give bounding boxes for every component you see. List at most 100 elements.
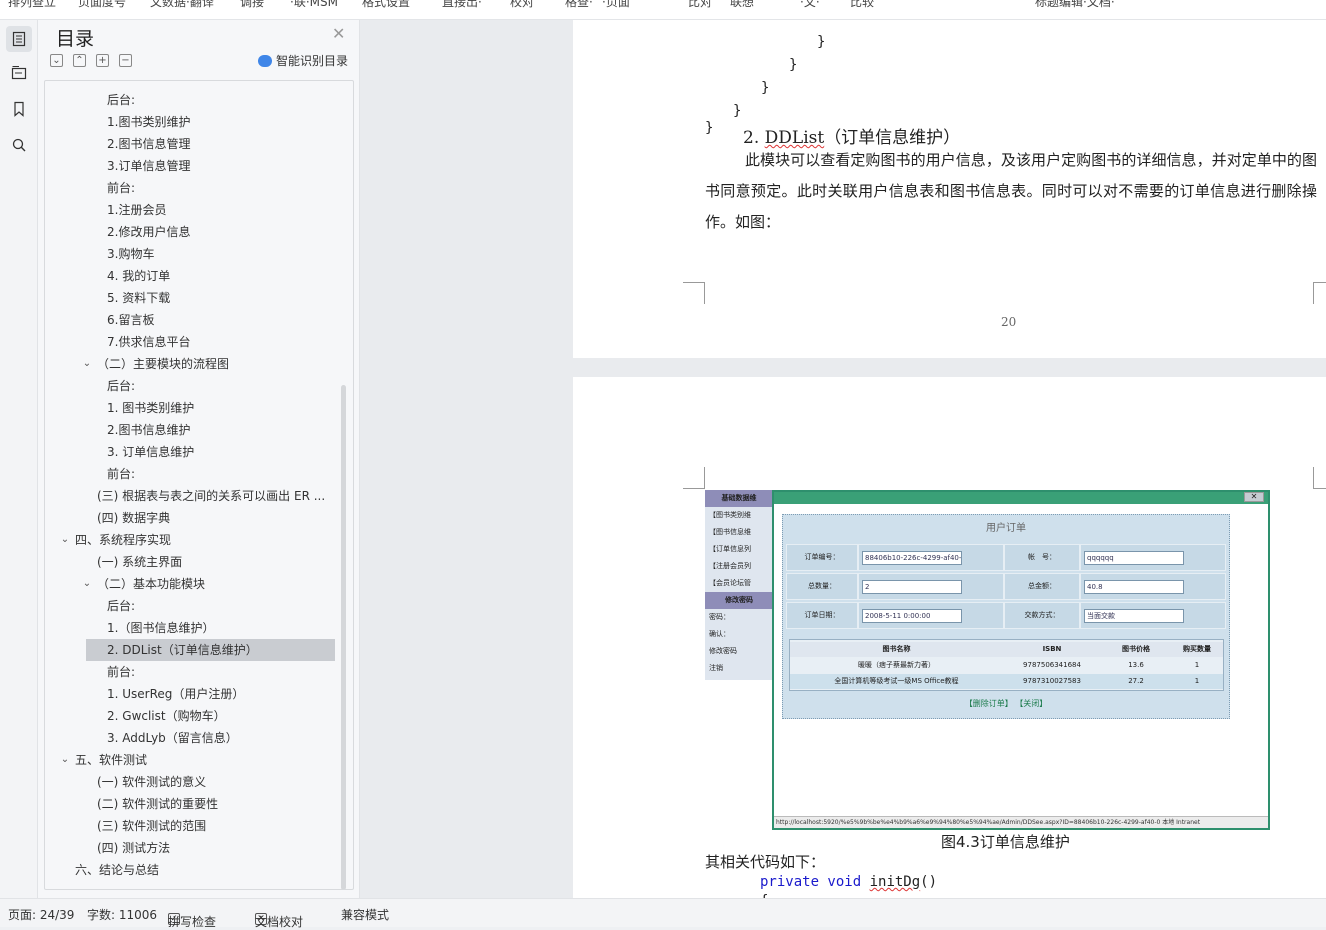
- page-indicator[interactable]: 页面: 24/39: [8, 906, 74, 923]
- toc-item[interactable]: ⌄ （二）基本功能模块: [45, 573, 335, 595]
- ribbon-item[interactable]: 页面度号: [78, 0, 126, 10]
- toc-item[interactable]: 1.注册会员: [45, 199, 335, 221]
- ribbon-item[interactable]: 比较: [850, 0, 874, 10]
- expand-up-icon[interactable]: ⌃: [73, 54, 86, 67]
- bookmark-icon[interactable]: [6, 96, 32, 122]
- toc-item-label: 1.图书类别维护: [107, 115, 191, 129]
- word-count[interactable]: 字数: 11006: [87, 906, 157, 923]
- figure-left-menu: 基础数据维 【图书类别维 【图书信息维 【订单信息列 【注册会员列 【会员论坛管 修改密码密…: [705, 490, 775, 680]
- toc-item[interactable]: 5. 资料下载: [45, 287, 335, 309]
- toc-item[interactable]: 前台:: [45, 661, 335, 683]
- ai-icon: [258, 54, 272, 67]
- chevron-down-icon[interactable]: ⌄: [59, 749, 71, 771]
- field-cell: 当面交款: [1080, 602, 1226, 629]
- toc-item[interactable]: 1.（图书信息维护）: [45, 617, 335, 639]
- toc-item[interactable]: 后台:: [45, 89, 335, 111]
- toc-item[interactable]: 6.留言板: [45, 309, 335, 331]
- toc-item[interactable]: (三) 软件测试的范围: [45, 815, 335, 837]
- toc-item[interactable]: ⌄ 四、系统程序实现: [45, 529, 335, 551]
- toc-item[interactable]: (一) 系统主界面: [45, 551, 335, 573]
- amount-value: 40.8: [1084, 580, 1184, 594]
- table-cell: 9787506341684: [1023, 661, 1081, 669]
- toc-item[interactable]: 前台:: [45, 463, 335, 485]
- toc-item[interactable]: 后台:: [45, 595, 335, 617]
- ribbon-item[interactable]: 比对: [688, 0, 712, 10]
- toc-icon[interactable]: [6, 26, 32, 52]
- toc-item[interactable]: 3.购物车: [45, 243, 335, 265]
- body-paragraph: 此模块可以查看定购图书的用户信息，及该用户定购图书的详细信息，并对定单中的图书同…: [705, 151, 1317, 231]
- ribbon-item[interactable]: 文数据·翻译: [150, 0, 214, 10]
- toc-scrollbar[interactable]: [341, 385, 346, 889]
- toc-item[interactable]: 2.修改用户信息: [45, 221, 335, 243]
- figure-close-icon: ✕: [1244, 492, 1264, 502]
- ribbon-item[interactable]: ·文·: [800, 0, 820, 10]
- ribbon-item[interactable]: 校对: [510, 0, 534, 10]
- smart-toc-label: 智能识别目录: [276, 54, 349, 68]
- toc-list: 后台: 1.图书类别维护 2.图书信息管理 3.订单信息管理 前台: 1.注册会员 2.修改…: [44, 80, 354, 890]
- ribbon-item[interactable]: 格查·: [565, 0, 593, 10]
- smart-toc-button[interactable]: 智能识别目录: [258, 52, 348, 69]
- toc-item[interactable]: 7.供求信息平台: [45, 331, 335, 353]
- toc-item[interactable]: 4. 我的订单: [45, 265, 335, 287]
- toc-item-label: 1. UserReg（用户注册）: [107, 687, 245, 701]
- ribbon-item[interactable]: 联想: [730, 0, 754, 10]
- toc-item-label: 2.图书信息维护: [107, 423, 191, 437]
- toc-item[interactable]: (一) 软件测试的意义: [45, 771, 335, 793]
- margin-mark: [683, 467, 705, 489]
- toc-item[interactable]: 后台:: [45, 375, 335, 397]
- toc-item[interactable]: 2. Gwclist（购物车）: [45, 705, 335, 727]
- margin-mark: [683, 282, 705, 304]
- toc-item[interactable]: 前台:: [45, 177, 335, 199]
- toc-item[interactable]: (三) 根据表与表之间的关系可以画出 ER ...: [45, 485, 335, 507]
- toc-item[interactable]: 1. 图书类别维护: [45, 397, 335, 419]
- toc-item[interactable]: ⌄ 五、软件测试: [45, 749, 335, 771]
- document-page-20: } } } } } 2. DDList（订单信息维护） 此模块可以查看定购图书的…: [573, 20, 1326, 358]
- ribbon-item[interactable]: ·联·MSM: [290, 0, 338, 10]
- toc-item[interactable]: (四) 数据字典: [45, 507, 335, 529]
- toc-item-label: 前台:: [107, 665, 136, 679]
- toc-item-label: (三) 根据表与表之间的关系可以画出 ER ...: [97, 489, 326, 503]
- ribbon-item[interactable]: 标题编辑·文档·: [1035, 0, 1115, 10]
- ribbon-item[interactable]: 直接出·: [442, 0, 482, 10]
- ribbon-item[interactable]: 格式设置: [362, 0, 410, 10]
- toc-item[interactable]: 3.订单信息管理: [45, 155, 335, 177]
- toc-item[interactable]: (四) 测试方法: [45, 837, 335, 859]
- chevron-down-icon[interactable]: ⌄: [59, 529, 71, 551]
- toc-item[interactable]: 六、结论与总结: [45, 859, 335, 881]
- ribbon-item[interactable]: ·页面: [602, 0, 630, 10]
- spell-check-label: 拼写检查: [168, 915, 217, 929]
- toc-item-label: 后台:: [107, 93, 136, 107]
- figure-menu-item: 密码：: [709, 613, 730, 621]
- toc-item[interactable]: 2. DDList（订单信息维护）: [86, 639, 335, 661]
- ribbon-item[interactable]: 排列查立: [8, 0, 56, 10]
- toc-item[interactable]: 3. 订单信息维护: [45, 441, 335, 463]
- table-cell: 13.6: [1128, 661, 1144, 669]
- code-function: initDg: [869, 874, 921, 890]
- search-icon[interactable]: [6, 132, 32, 158]
- toc-item[interactable]: 2.图书信息管理: [45, 133, 335, 155]
- toc-item[interactable]: 1. UserReg（用户注册）: [45, 683, 335, 705]
- toc-item[interactable]: 2.图书信息维护: [45, 419, 335, 441]
- close-icon[interactable]: ✕: [332, 24, 345, 43]
- table-cell: 图书名称: [882, 645, 911, 653]
- toc-item[interactable]: 3. AddLyb（留言信息）: [45, 727, 335, 749]
- field-cell: 40.8: [1080, 573, 1226, 600]
- chevron-down-icon[interactable]: ⌄: [81, 573, 93, 595]
- remove-heading-icon[interactable]: −: [119, 54, 132, 67]
- toc-item[interactable]: 1.图书类别维护: [45, 111, 335, 133]
- figure-menu-item: 【注册会员列: [709, 562, 751, 570]
- toc-item-label: 四、系统程序实现: [75, 533, 172, 547]
- figure-window: ✕ 用户订单 订单编号： 88406b10-226c-4299-af40-0 帐…: [772, 490, 1270, 830]
- collapse-all-icon[interactable]: ⌄: [50, 54, 63, 67]
- toc-item[interactable]: (二) 软件测试的重要性: [45, 793, 335, 815]
- proofread-label: 文档校对: [255, 915, 304, 929]
- chevron-down-icon[interactable]: ⌄: [81, 353, 93, 375]
- ribbon-item[interactable]: 调接: [240, 0, 264, 10]
- order-form-title: 用户订单: [986, 523, 1026, 534]
- outline-icon[interactable]: [6, 60, 32, 86]
- field-cell: 88406b10-226c-4299-af40-0: [858, 544, 1004, 571]
- toc-item[interactable]: ⌄ （二）主要模块的流程图: [45, 353, 335, 375]
- toc-item-label: 前台:: [107, 181, 136, 195]
- add-heading-icon[interactable]: +: [96, 54, 109, 67]
- toc-item-label: (三) 软件测试的范围: [97, 819, 207, 833]
